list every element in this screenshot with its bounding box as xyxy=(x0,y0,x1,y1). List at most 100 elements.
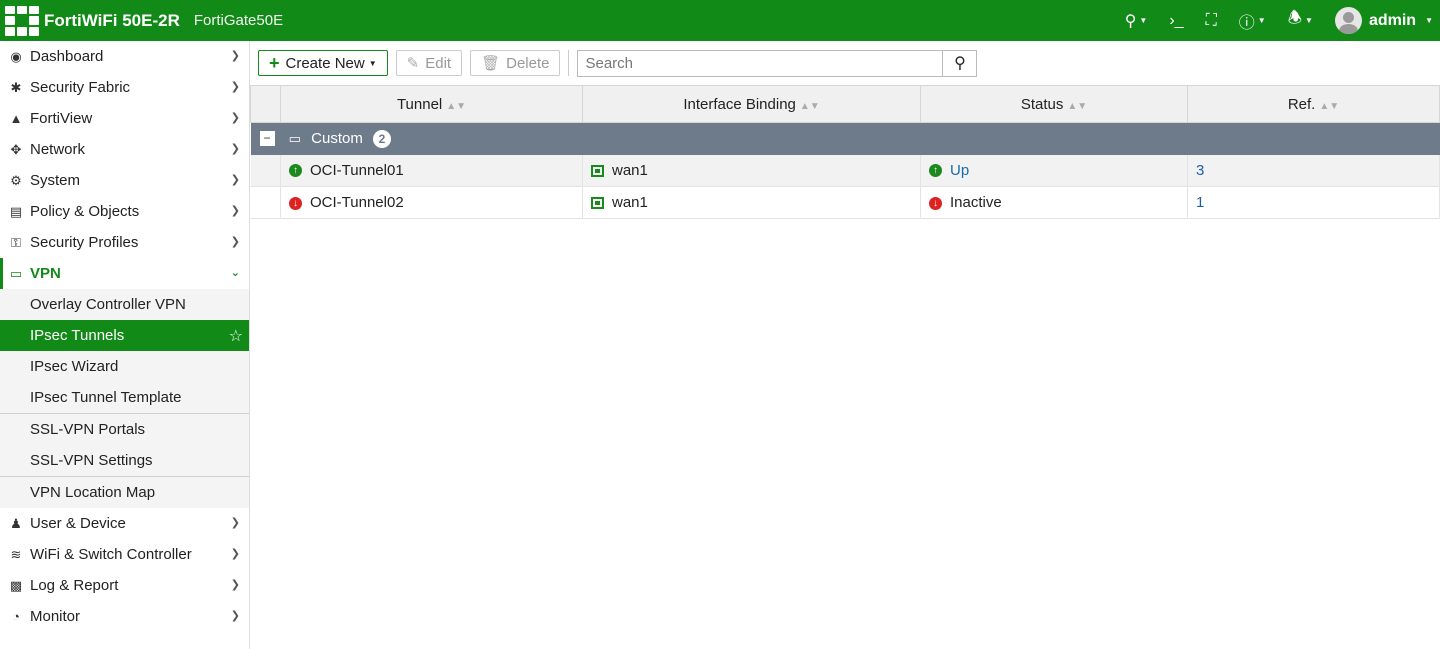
column-header-interface-binding[interactable]: Interface Binding ▲▼ xyxy=(582,85,921,123)
sidebar-item-network[interactable]: ✥ Network ❯ xyxy=(0,134,249,165)
wifi-icon: ≋ xyxy=(10,546,22,562)
create-new-label: Create New xyxy=(285,54,365,72)
lock-icon: ⚿ xyxy=(11,234,21,250)
chart-icon: ▩ xyxy=(9,577,23,593)
ref-cell[interactable]: 3 xyxy=(1187,154,1440,187)
search-icon: ⚲ xyxy=(954,55,966,72)
ref-link[interactable]: 1 xyxy=(1196,194,1204,211)
fullscreen-button[interactable]: ⛶ xyxy=(1206,12,1217,30)
ref-link[interactable]: 3 xyxy=(1196,162,1204,179)
sidebar: ◉ Dashboard ❯ ✱ Security Fabric ❯ ▲ Fort… xyxy=(0,41,250,649)
avatar xyxy=(1334,7,1362,34)
sidebar-item-security-fabric[interactable]: ✱ Security Fabric ❯ xyxy=(0,72,249,103)
top-bar: FortiWiFi 50E-2R FortiGate50E ⚲ ▼ ›_ ⛶ ⓘ ▼… xyxy=(0,0,1440,41)
tunnel-cell: ↓ OCI-Tunnel02 xyxy=(280,186,583,219)
help-menu-button[interactable]: ⓘ ▼ xyxy=(1239,9,1266,33)
sort-icon: ▲▼ xyxy=(1319,100,1340,112)
chevron-right-icon: ❯ xyxy=(230,610,240,622)
group-row-custom[interactable]: − ▭ Custom 2 xyxy=(250,122,1440,155)
caret-down-icon: ▼ xyxy=(368,58,377,68)
toolbar-divider xyxy=(568,50,570,76)
port-icon xyxy=(591,164,604,177)
sort-icon: ▲▼ xyxy=(799,100,820,112)
delete-button[interactable]: 🗑 Delete xyxy=(470,50,561,76)
cli-console-button[interactable]: ›_ xyxy=(1169,12,1183,30)
user-icon: ♟ xyxy=(10,515,22,531)
sidebar-subitem-ssl-vpn-settings[interactable]: SSL-VPN Settings xyxy=(0,445,249,476)
sidebar-item-dashboard[interactable]: ◉ Dashboard ❯ xyxy=(0,41,249,72)
sidebar-item-label: User & Device xyxy=(30,515,126,532)
column-header-label: Status xyxy=(1020,95,1064,113)
sidebar-item-user-device[interactable]: ♟ User & Device ❯ xyxy=(0,508,249,539)
star-icon[interactable]: ☆ xyxy=(229,326,243,346)
column-header-status[interactable]: Status ▲▼ xyxy=(920,85,1188,123)
chevron-right-icon: ❯ xyxy=(230,112,240,124)
chevron-right-icon: ❯ xyxy=(230,236,240,248)
sidebar-item-log-report[interactable]: ▩ Log & Report ❯ xyxy=(0,570,249,601)
sidebar-item-label: IPsec Tunnels xyxy=(30,327,125,344)
sidebar-subitem-ssl-vpn-portals[interactable]: SSL-VPN Portals xyxy=(0,413,249,445)
sidebar-item-fortiview[interactable]: ▲ FortiView ❯ xyxy=(0,103,249,134)
sidebar-item-policy-objects[interactable]: ▤ Policy & Objects ❯ xyxy=(0,196,249,227)
sidebar-subitem-overlay-controller-vpn[interactable]: Overlay Controller VPN xyxy=(0,289,249,320)
edit-button[interactable]: ✎ Edit xyxy=(395,50,463,76)
search-icon: ⚲ xyxy=(1124,12,1137,30)
trash-icon: 🗑 xyxy=(481,55,501,72)
sidebar-item-label: VPN xyxy=(30,265,61,282)
search-input[interactable] xyxy=(578,50,943,76)
main-content: + Create New ▼ ✎ Edit 🗑 Delete ⚲ Tunnel▲… xyxy=(250,41,1440,649)
search-box: ⚲ xyxy=(577,49,978,77)
network-icon: ✥ xyxy=(10,141,22,157)
sidebar-item-label: IPsec Wizard xyxy=(30,358,119,375)
arrow-down-icon: ↓ xyxy=(289,196,302,210)
column-header-tunnel[interactable]: Tunnel ▲▼ xyxy=(280,85,583,123)
row-select-cell[interactable] xyxy=(250,154,281,187)
select-column-header[interactable] xyxy=(250,85,281,123)
create-new-button[interactable]: + Create New ▼ xyxy=(258,50,388,76)
caret-down-icon: ▼ xyxy=(1425,16,1433,25)
edit-label: Edit xyxy=(425,54,452,72)
chevron-right-icon: ❯ xyxy=(230,548,240,560)
chevron-right-icon: ❯ xyxy=(230,81,240,93)
user-name: admin xyxy=(1368,11,1417,29)
sidebar-item-label: FortiView xyxy=(30,110,93,127)
sort-icon: ▲▼ xyxy=(1067,100,1088,112)
gear-icon: ⚙ xyxy=(10,172,22,188)
column-header-label: Ref. xyxy=(1287,95,1316,113)
sidebar-item-system[interactable]: ⚙ System ❯ xyxy=(0,165,249,196)
user-menu-button[interactable]: admin ▼ xyxy=(1334,7,1433,34)
fortinet-logo-icon[interactable] xyxy=(5,5,39,36)
sidebar-item-vpn[interactable]: ▭ VPN ⌄ xyxy=(0,258,249,289)
sidebar-item-label: Overlay Controller VPN xyxy=(30,296,186,313)
table-row[interactable]: ↑ OCI-Tunnel01 wan1 ↑ Up 3 xyxy=(250,154,1440,187)
sidebar-subitem-vpn-location-map[interactable]: VPN Location Map xyxy=(0,476,249,508)
search-button[interactable]: ⚲ xyxy=(942,50,976,76)
sidebar-item-label: Policy & Objects xyxy=(30,203,140,220)
ref-cell[interactable]: 1 xyxy=(1187,186,1440,219)
sidebar-item-monitor[interactable]: ◔ Monitor ❯ xyxy=(0,601,249,632)
pie-icon: ◔ xyxy=(12,609,20,624)
sidebar-item-label: Dashboard xyxy=(30,48,104,65)
sidebar-subitem-ipsec-tunnel-template[interactable]: IPsec Tunnel Template xyxy=(0,382,249,413)
caret-down-icon: ▼ xyxy=(1305,16,1313,25)
sidebar-subitem-ipsec-tunnels[interactable]: IPsec Tunnels ☆ xyxy=(0,320,249,351)
sidebar-item-label: SSL-VPN Settings xyxy=(30,452,153,469)
chevron-down-icon: ⌄ xyxy=(230,267,240,279)
table-row[interactable]: ↓ OCI-Tunnel02 wan1 ↓ Inactive 1 xyxy=(250,186,1440,219)
row-select-cell[interactable] xyxy=(250,186,281,219)
collapse-icon[interactable]: − xyxy=(259,131,275,147)
sidebar-item-label: Security Profiles xyxy=(30,234,139,251)
port-icon xyxy=(591,197,604,210)
caret-down-icon: ▼ xyxy=(1257,16,1266,25)
sidebar-item-wifi-switch-controller[interactable]: ≋ WiFi & Switch Controller ❯ xyxy=(0,539,249,570)
notifications-button[interactable]: 🕭 ▼ xyxy=(1288,7,1313,34)
sidebar-item-security-profiles[interactable]: ⚿ Security Profiles ❯ xyxy=(0,227,249,258)
sidebar-item-label: Monitor xyxy=(30,608,81,625)
column-header-ref[interactable]: Ref. ▲▼ xyxy=(1187,85,1440,123)
chevron-right-icon: ❯ xyxy=(230,143,240,155)
sidebar-subitem-ipsec-wizard[interactable]: IPsec Wizard xyxy=(0,351,249,382)
search-menu-button[interactable]: ⚲ ▼ xyxy=(1125,11,1148,31)
status-cell: ↑ Up xyxy=(920,154,1188,187)
sidebar-item-label: Network xyxy=(30,141,86,158)
column-header-label: Interface Binding xyxy=(683,95,796,113)
